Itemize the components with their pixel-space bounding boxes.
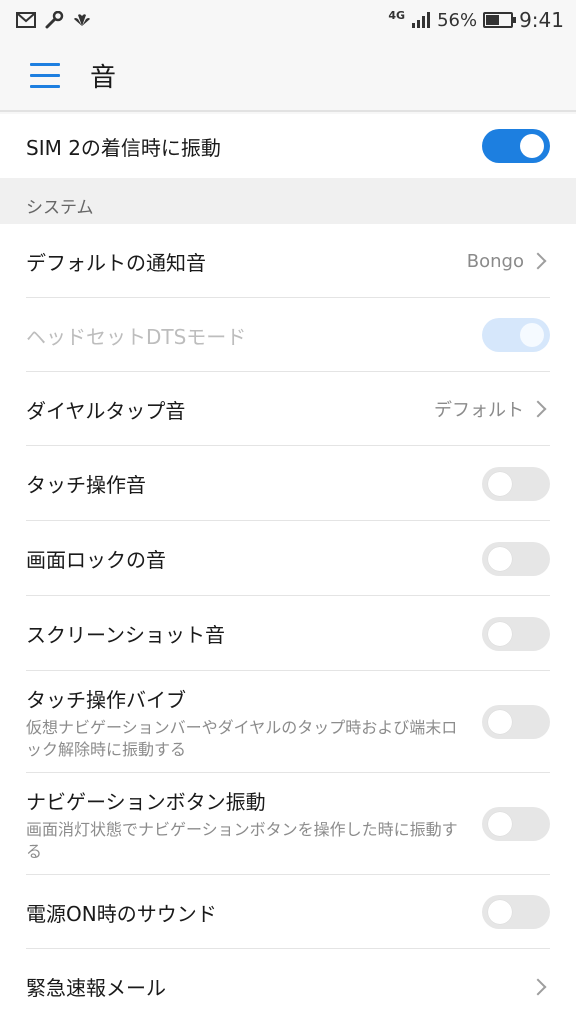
status-left-icons (16, 11, 92, 29)
toggle-switch[interactable] (482, 541, 550, 576)
clock: 9:41 (519, 8, 564, 32)
section-header: システム (0, 178, 576, 224)
chevron-right-icon (529, 978, 547, 995)
battery-icon (483, 12, 517, 28)
toggle-switch[interactable] (482, 807, 550, 841)
setting-label: デフォルトの通知音 (26, 250, 206, 275)
signal-icon (412, 12, 431, 28)
wrench-icon (45, 11, 64, 29)
setting-row-nav-button-vibration[interactable]: ナビゲーションボタン振動 画面消灯状態でナビゲーションボタンを操作した時に振動す… (0, 773, 576, 875)
toggle-switch[interactable] (482, 466, 550, 501)
setting-label: タッチ操作バイブ (26, 687, 186, 712)
setting-value: デフォルト (434, 396, 550, 422)
chevron-right-icon (529, 400, 547, 418)
setting-label: スクリーンショット音 (26, 623, 225, 647)
setting-value-text: Bongo (466, 250, 524, 272)
network-label: 4G (388, 8, 406, 22)
toggle-switch[interactable] (482, 129, 550, 163)
toggle-switch[interactable] (482, 895, 550, 929)
setting-label: 画面ロックの音 (26, 548, 166, 572)
section-header-label: システム (26, 198, 94, 218)
setting-row-dial-tap-sound[interactable]: ダイヤルタップ音 デフォルト (0, 372, 576, 446)
gmail-icon (16, 12, 36, 28)
huawei-icon (74, 14, 90, 26)
setting-label: ダイヤルタップ音 (26, 398, 186, 423)
setting-label: ヘッドセットDTSモード (26, 324, 247, 349)
battery-percent: 56% (437, 9, 478, 31)
toggle-switch[interactable] (482, 705, 550, 739)
setting-row-touch-vibration[interactable]: タッチ操作バイブ 仮想ナビゲーションバーやダイヤルのタップ時および端末ロック解除… (0, 671, 576, 773)
setting-value-text: デフォルト (434, 400, 524, 421)
setting-texts: ナビゲーションボタン振動 画面消灯状態でナビゲーションボタンを操作した時に振動す… (26, 786, 466, 863)
setting-row-touch-sound[interactable]: タッチ操作音 (0, 446, 576, 521)
setting-label: SIM 2の着信時に振動 (26, 135, 221, 160)
setting-row-headset-dts: ヘッドセットDTSモード (0, 298, 576, 372)
setting-row-screenshot-sound[interactable]: スクリーンショット音 (0, 596, 576, 671)
setting-value: Bongo (467, 251, 550, 272)
status-right-icons: 4G 56% 9:41 (388, 8, 564, 32)
setting-label: ナビゲーションボタン振動 (26, 789, 266, 814)
battery-fill (486, 15, 500, 25)
page-title: 音 (90, 62, 117, 93)
setting-label: 電源ON時のサウンド (26, 901, 217, 926)
setting-row-screen-lock-sound[interactable]: 画面ロックの音 (0, 521, 576, 596)
status-bar: 4G 56% 9:41 (0, 0, 576, 40)
setting-row-power-on-sound[interactable]: 電源ON時のサウンド (0, 875, 576, 949)
chevron-right-icon (529, 252, 547, 270)
setting-description: 画面消灯状態でナビゲーションボタンを操作した時に振動する (26, 819, 458, 861)
menu-icon[interactable] (16, 45, 76, 105)
setting-texts: タッチ操作バイブ 仮想ナビゲーションバーやダイヤルのタップ時および端末ロック解除… (26, 684, 466, 761)
setting-row-emergency-alert[interactable]: 緊急速報メール (0, 949, 576, 1024)
setting-label: タッチ操作音 (26, 473, 146, 497)
setting-row-sim2-vibrate[interactable]: SIM 2の着信時に振動 (0, 114, 576, 178)
setting-label: 緊急速報メール (26, 976, 166, 1000)
app-bar: 音 (0, 40, 576, 112)
setting-description: 仮想ナビゲーションバーやダイヤルのタップ時および端末ロック解除時に振動する (26, 717, 458, 759)
toggle-switch[interactable] (482, 616, 550, 651)
toggle-switch-disabled (482, 318, 550, 352)
setting-row-default-notification-sound[interactable]: デフォルトの通知音 Bongo (0, 224, 576, 298)
